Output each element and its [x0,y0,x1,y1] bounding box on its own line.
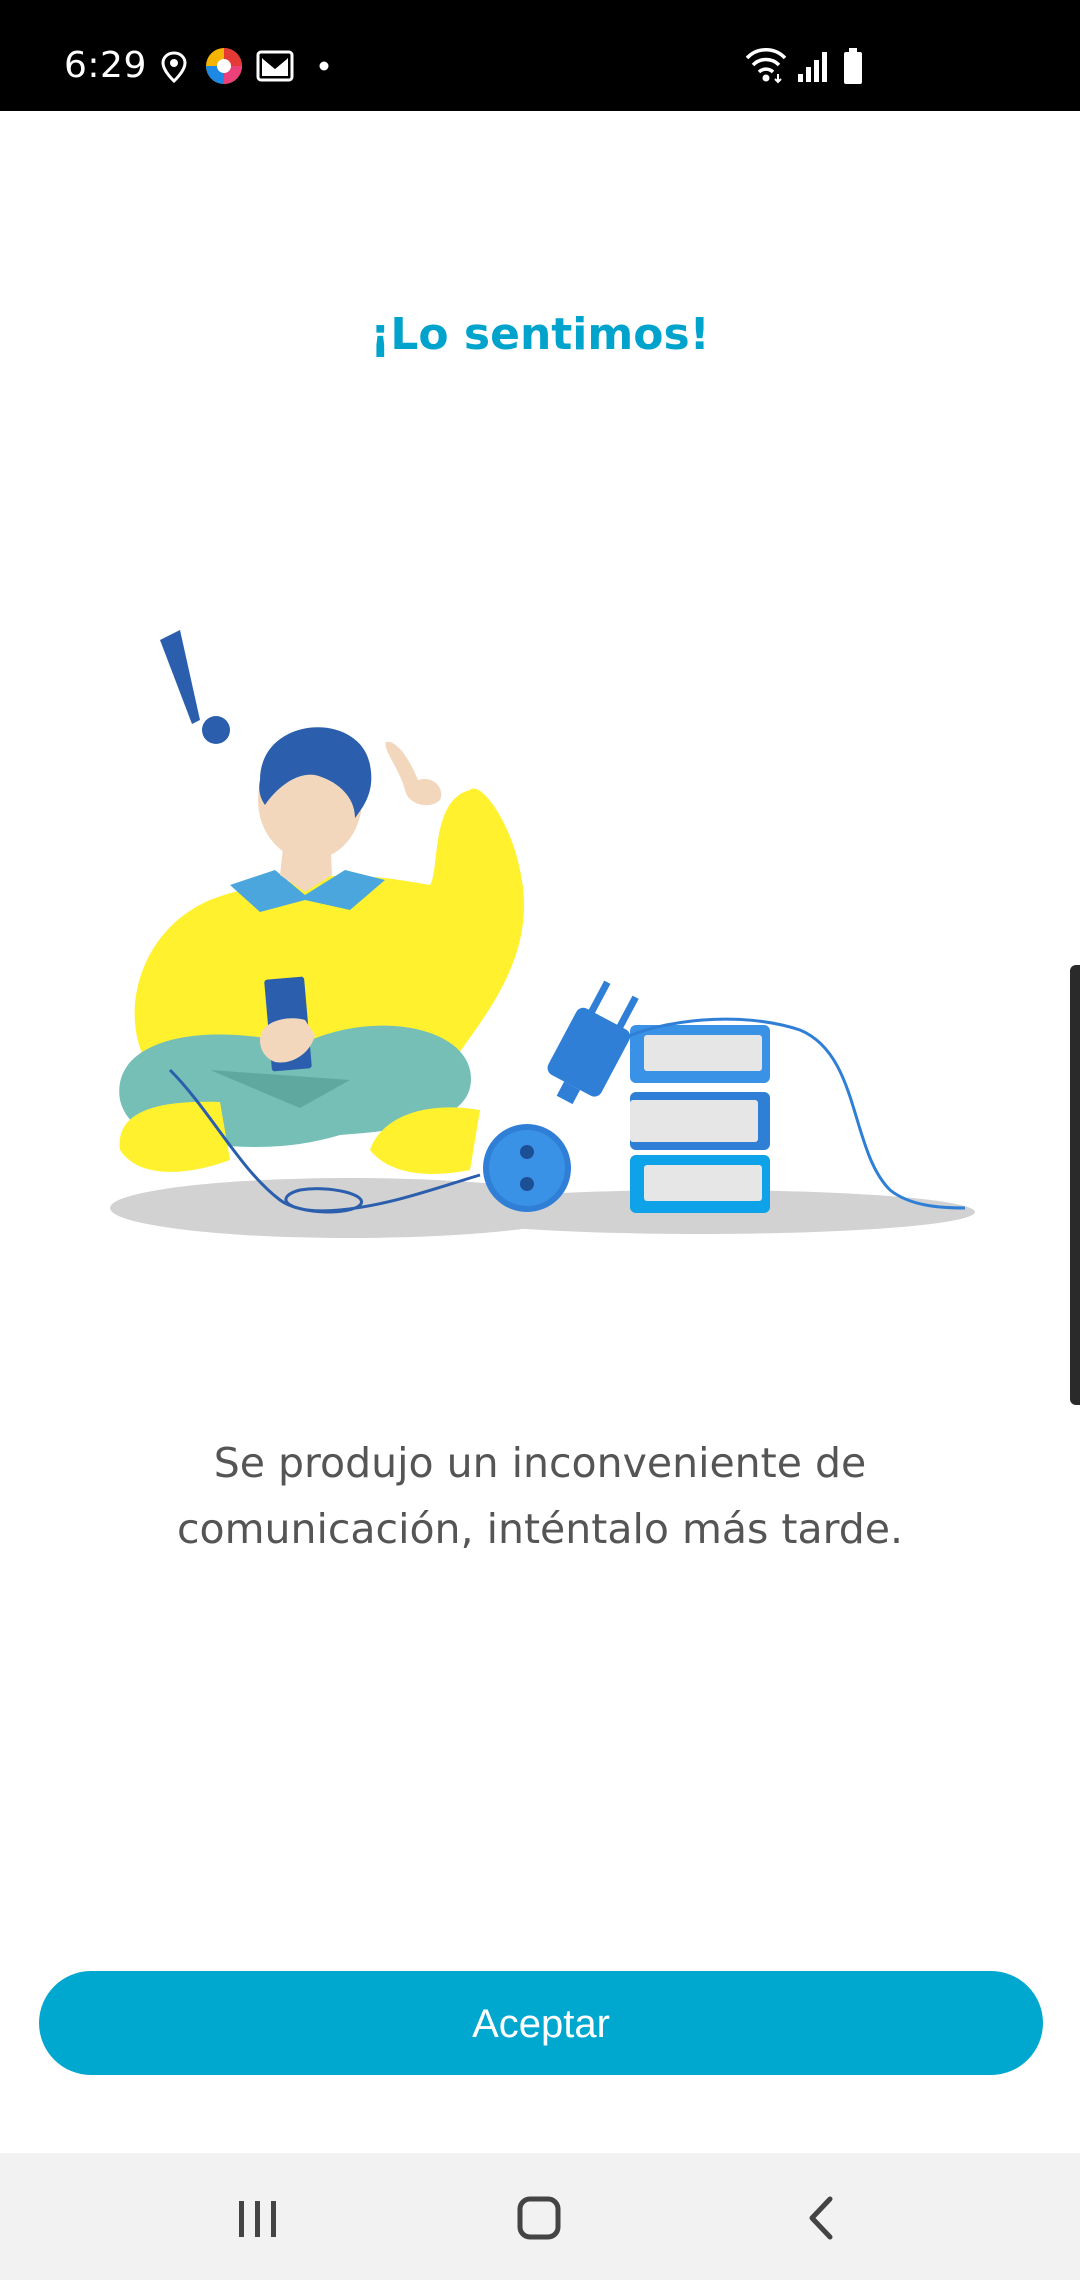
signal-icon [798,52,827,82]
status-time: 6:29 [64,45,147,86]
status-bar: 6:29 [0,0,1080,111]
battery-icon [844,48,862,84]
dot-icon [319,61,329,71]
screen: 6:29 ¡Lo sentimos! Se produjo un inconve… [0,0,1080,2280]
accept-button[interactable]: Aceptar [39,1971,1043,2075]
mail-icon [256,50,294,82]
books-stack-icon [630,1025,770,1213]
error-message-line-1: Se produjo un inconveniente de [213,1439,867,1487]
exclamation-icon [160,630,230,744]
home-icon[interactable] [478,2173,598,2263]
page-title: ¡Lo sentimos! [370,309,710,360]
error-message-line-2: comunicación, inténtalo más tarde. [176,1505,904,1553]
error-message: Se produjo un inconveniente de comunicac… [120,1430,960,1562]
recent-apps-icon[interactable] [197,2173,317,2263]
edge-panel-handle[interactable] [1070,965,1080,1405]
back-icon[interactable] [760,2173,880,2263]
disconnected-illustration [110,630,975,1238]
browser-app-icon [206,48,242,84]
navigation-bar [0,2153,1080,2280]
location-icon [161,51,187,84]
wifi-icon [745,48,787,84]
